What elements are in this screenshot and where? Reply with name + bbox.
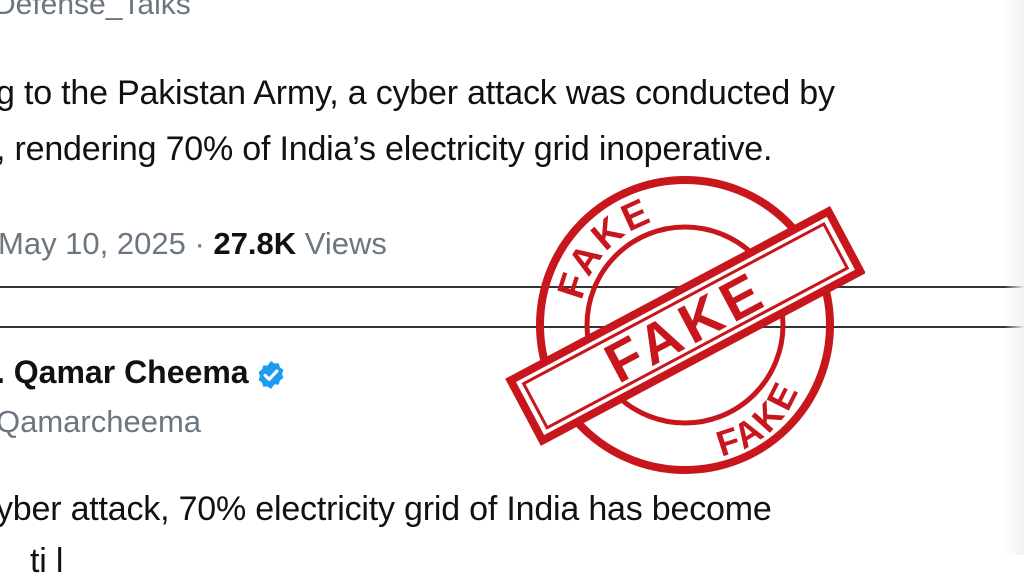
tweet2-text-line2: ti l	[30, 542, 64, 580]
tweet2-author[interactable]: . Qamar Cheema	[0, 354, 287, 391]
meta-separator: ·	[185, 226, 214, 261]
stamp-center-text: FAKE	[594, 258, 777, 395]
tweet1-views-count: 27.8K	[213, 226, 297, 261]
tweet2-text-line1: yber attack, 70% electricity grid of Ind…	[0, 490, 772, 528]
tweet2-author-name[interactable]: . Qamar Cheema	[0, 354, 249, 390]
tweet2-handle[interactable]: Qamarcheema	[0, 404, 201, 440]
right-edge-shade	[1004, 0, 1024, 555]
tweet1-date[interactable]: May 10, 2025	[0, 226, 186, 261]
tweet1-views-label: Views	[296, 226, 387, 261]
tweet1-handle[interactable]: Defense_Talks	[0, 0, 191, 22]
tweet1-meta: May 10, 2025 · 27.8K Views	[0, 226, 387, 262]
fake-stamp: FAKE FAKE FAKE	[505, 176, 865, 474]
tweet1-text-line1: g to the Pakistan Army, a cyber attack w…	[0, 74, 835, 112]
verified-badge-icon	[258, 360, 283, 389]
